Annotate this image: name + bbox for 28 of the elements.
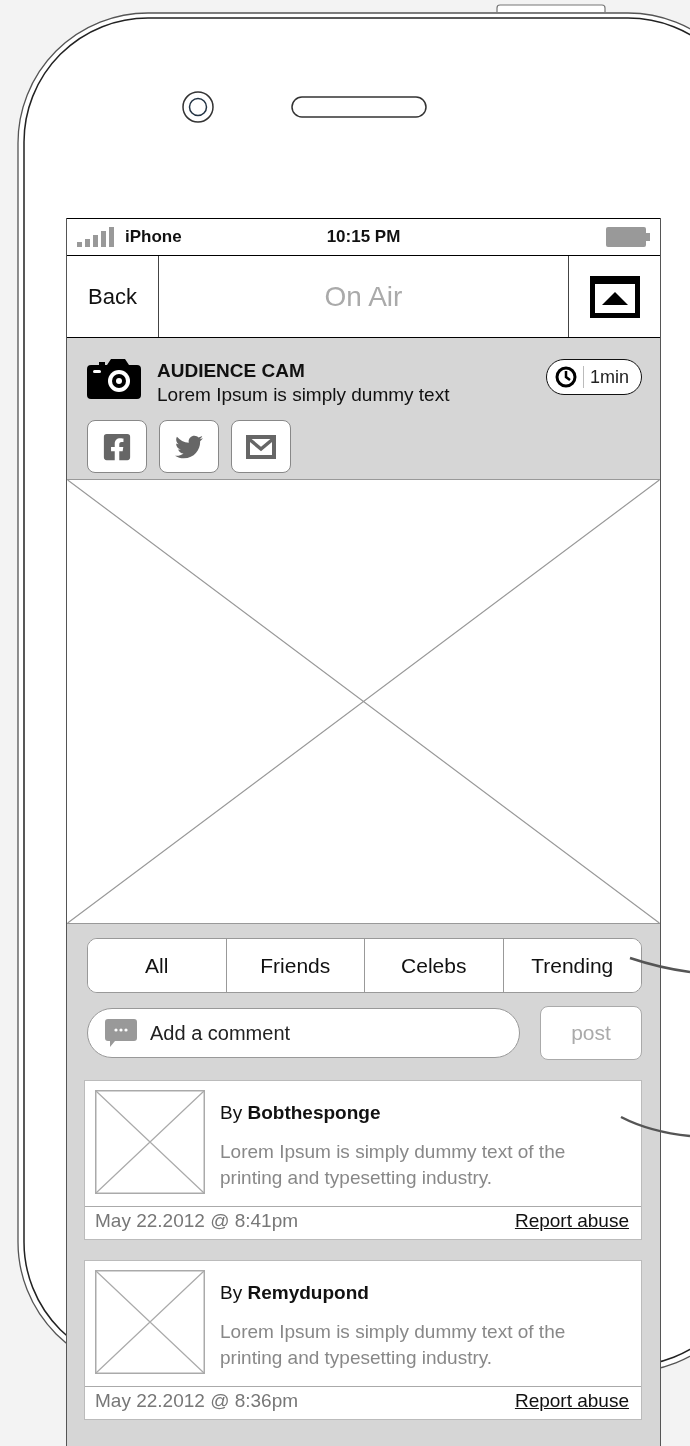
facebook-icon — [102, 431, 132, 462]
filter-tab[interactable]: Trending — [502, 939, 641, 992]
triangle-box-icon — [589, 275, 640, 318]
signal-icon — [77, 227, 115, 247]
facebook-button[interactable] — [87, 420, 147, 473]
screen-title: On Air — [323, 279, 404, 314]
comment-field[interactable]: Add a comment — [87, 1008, 520, 1058]
carrier-name: iPhone — [125, 227, 182, 247]
clock-icon — [555, 366, 577, 388]
status-time: 10:15 PM — [326, 227, 401, 247]
feed-subtitle: Lorem Ipsum is simply dummy text — [157, 384, 451, 406]
feed-title: AUDIENCE CAM — [157, 360, 306, 382]
twitter-button[interactable] — [159, 420, 219, 473]
email-button[interactable] — [231, 420, 291, 473]
comment-text: Lorem Ipsum is simply dummy text of the printing and typesetting industry. — [220, 1140, 567, 1190]
report-abuse-link[interactable]: Report abuse — [514, 1390, 629, 1412]
comment-author: By Bobthesponge — [220, 1102, 382, 1124]
comment-date: May 22.2012 @ 8:36pm — [95, 1390, 299, 1412]
comment-text: Lorem Ipsum is simply dummy text of the printing and typesetting industry. — [220, 1320, 567, 1370]
timer-badge: 1min — [546, 359, 642, 395]
report-abuse-link[interactable]: Report abuse — [514, 1210, 629, 1232]
comment-date: May 22.2012 @ 8:41pm — [95, 1210, 299, 1232]
comment-author: By Remydupond — [220, 1282, 370, 1304]
camera-icon — [87, 357, 141, 399]
envelope-icon — [246, 434, 276, 459]
battery-icon — [606, 227, 650, 247]
speech-bubble-icon — [105, 1019, 137, 1047]
front-camera — [182, 91, 214, 123]
